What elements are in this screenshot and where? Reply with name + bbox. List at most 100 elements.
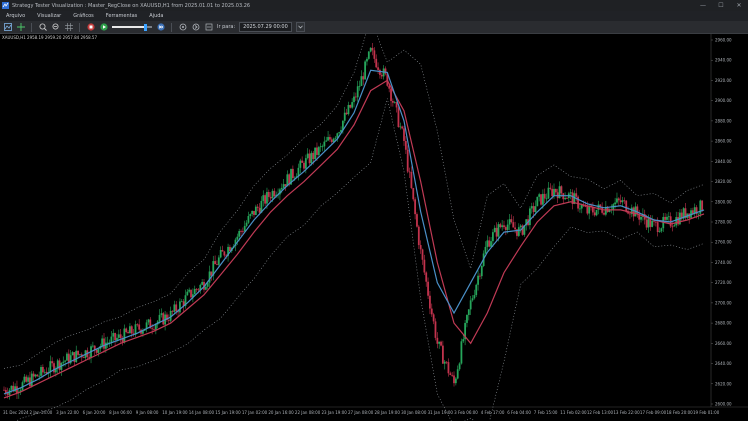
candle-body: [540, 194, 542, 205]
candle-body: [595, 209, 598, 216]
candle-body: [245, 222, 248, 226]
candle-body: [329, 137, 331, 140]
candle-body: [434, 321, 437, 338]
candle-body: [504, 227, 507, 230]
candle-body: [449, 373, 452, 375]
candle-body: [97, 348, 100, 353]
candle-body: [653, 220, 655, 222]
candle-body: [640, 216, 642, 220]
candle-body: [349, 104, 352, 108]
candle-body: [667, 216, 670, 218]
candle-body: [654, 221, 657, 223]
time-axis-label: 17 Jan 02:00: [242, 410, 268, 415]
candle-body: [32, 373, 35, 377]
menu-file[interactable]: Arquivo: [0, 13, 31, 19]
menu-view[interactable]: Visualizar: [31, 13, 67, 19]
date-dropdown-button[interactable]: [295, 22, 305, 32]
candle-body: [566, 197, 568, 199]
toolbar-separator: [31, 22, 32, 32]
zoom-out-icon[interactable]: [51, 23, 60, 32]
candle-body: [75, 350, 78, 363]
candle-body: [79, 354, 81, 356]
candle-body: [430, 308, 433, 315]
candle-body: [58, 360, 61, 370]
candle-body: [123, 328, 126, 343]
price-tick-label: 2720.00: [715, 280, 732, 285]
candle-body: [512, 222, 515, 228]
minimize-button[interactable]: —: [694, 2, 712, 9]
candle-body: [541, 193, 544, 205]
upper-band-line: [3, 34, 705, 369]
candle-body: [480, 265, 483, 277]
lower-band-line: [15, 98, 705, 421]
time-axis-label: 14 Jan 08:00: [189, 410, 215, 415]
candle-body: [623, 200, 626, 202]
time-axis-label: 6 Jan 20:00: [83, 410, 106, 415]
candle-body: [558, 186, 561, 199]
time-axis-label: 31 Dec 2024: [3, 410, 29, 415]
candle-body: [221, 250, 224, 252]
candle-body: [314, 147, 317, 160]
candle-body: [282, 184, 285, 188]
candle-body: [310, 152, 313, 164]
candle-body: [266, 191, 268, 204]
skip-icon[interactable]: [156, 23, 165, 32]
candle-body: [40, 366, 42, 376]
stop-icon[interactable]: [86, 23, 95, 32]
candle-body: [138, 324, 141, 330]
crosshair-icon[interactable]: [16, 23, 25, 32]
price-tick-label: 2920.00: [715, 78, 732, 83]
candle-body: [151, 328, 154, 330]
title-bar: Strategy Tester Visualization : Master_R…: [0, 0, 748, 11]
close-button[interactable]: ✕: [730, 2, 748, 9]
candle-body: [373, 50, 376, 59]
maximize-button[interactable]: ☐: [712, 2, 730, 9]
candle-body: [364, 61, 367, 80]
candle-body: [462, 339, 465, 342]
candle-body: [129, 326, 131, 334]
candle-body: [330, 139, 333, 143]
candle-body: [267, 191, 270, 197]
time-axis-label: 27 Jan 08:00: [348, 410, 374, 415]
candle-body: [614, 202, 617, 205]
menu-tools[interactable]: Ferramentas: [100, 13, 144, 19]
candle-body: [501, 225, 504, 228]
speed-slider[interactable]: [112, 23, 152, 32]
candle-body: [466, 314, 468, 323]
candle-body: [538, 194, 541, 197]
price-chart[interactable]: 31 Dec 2024 2 Jan 14:00 3 Jan 22:00 6 Jan 2…: [0, 34, 748, 421]
chart-svg[interactable]: 31 Dec 2024 2 Jan 14:00 3 Jan 22:00 6 Jan 2…: [0, 34, 748, 421]
candle-body: [673, 225, 676, 227]
forward-icon[interactable]: [191, 23, 200, 32]
menu-help[interactable]: Ajuda: [143, 13, 169, 19]
candle-body: [454, 378, 457, 384]
toolbar-separator: [171, 22, 172, 32]
time-axis-label: 3 Jan 22:00: [56, 410, 79, 415]
time-axis-label: 15 Jan 19:00: [215, 410, 241, 415]
time-axis-label: 12 Feb 13:00: [587, 410, 614, 415]
zoom-in-icon[interactable]: [38, 23, 47, 32]
candle-body: [238, 231, 241, 237]
candle-body: [160, 313, 163, 315]
menu-charts[interactable]: Gráficos: [67, 13, 100, 19]
candle-body: [325, 140, 328, 142]
grid-icon[interactable]: [64, 23, 73, 32]
candle-body: [534, 206, 537, 213]
price-tick-label: 2660.00: [715, 341, 732, 346]
time-axis-label: 13 Feb 22:00: [613, 410, 640, 415]
candle-body: [110, 336, 113, 343]
chart-icon[interactable]: [3, 23, 12, 32]
goto-label: Ir para:: [217, 24, 236, 30]
candle-body: [273, 190, 276, 197]
candle-body: [136, 324, 139, 326]
candle-body: [619, 200, 622, 203]
candle-body: [621, 200, 624, 203]
candle-body: [423, 259, 426, 273]
candle-body: [197, 289, 200, 291]
candle-body: [338, 132, 341, 134]
candle-body: [112, 333, 115, 337]
settings-icon[interactable]: [178, 23, 187, 32]
candle-body: [441, 345, 444, 364]
play-icon[interactable]: [99, 23, 108, 32]
goto-date-input[interactable]: 2025.07.29 00:00: [239, 22, 292, 32]
